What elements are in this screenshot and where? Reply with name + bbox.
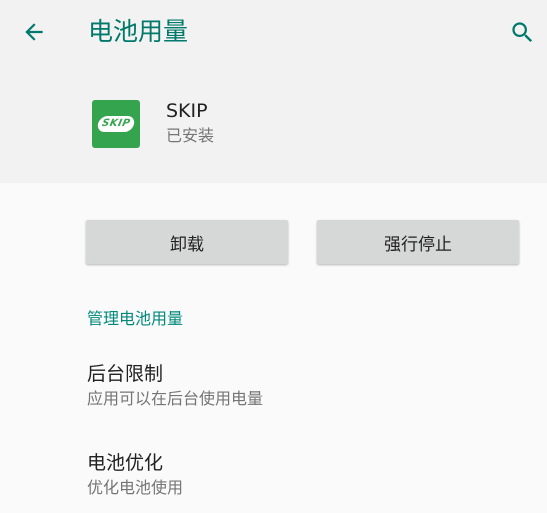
arrow-back-icon [25, 23, 43, 41]
toolbar: 电池用量 [0, 0, 547, 64]
section-header-battery-management: 管理电池用量 [87, 309, 184, 328]
app-install-status: 已安装 [166, 126, 215, 145]
app-name: SKIP [166, 100, 208, 122]
app-icon-badge: SKIP [96, 116, 136, 132]
pref-title: 电池优化 [87, 452, 164, 474]
skip-app-icon: SKIP [92, 100, 140, 148]
uninstall-button[interactable]: 卸载 [86, 220, 288, 264]
battery-usage-screen: 电池用量 SKIP SKIP 已安装 卸载 强行停止 管理电池用量 后台限制 应… [0, 0, 547, 513]
pref-battery-optimization[interactable]: 电池优化 优化电池使用 [0, 449, 547, 505]
pref-title: 后台限制 [87, 363, 164, 385]
pref-background-restriction[interactable]: 后台限制 应用可以在后台使用电量 [0, 360, 547, 416]
app-info-header-area: 电池用量 SKIP SKIP 已安装 [0, 0, 547, 183]
force-stop-button[interactable]: 强行停止 [317, 220, 519, 264]
page-title: 电池用量 [88, 17, 189, 46]
pref-summary: 优化电池使用 [87, 478, 184, 497]
search-icon [511, 21, 532, 42]
back-button[interactable] [14, 12, 54, 52]
search-button[interactable] [502, 12, 542, 52]
app-icon-label: SKIP [100, 118, 132, 129]
pref-summary: 应用可以在后台使用电量 [87, 389, 264, 408]
